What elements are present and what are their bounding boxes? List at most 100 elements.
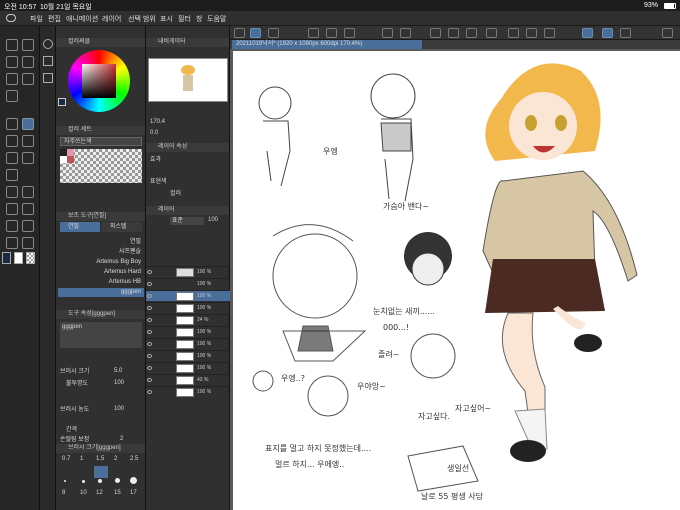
folder-icon[interactable] [326, 28, 337, 38]
color-square[interactable] [82, 64, 116, 98]
pen-tool-icon[interactable] [6, 118, 18, 130]
ruler-tool-icon[interactable] [6, 220, 18, 232]
settings-icon[interactable] [662, 28, 673, 38]
brush-size-option[interactable]: 1.5 [96, 456, 104, 462]
angle-value[interactable]: 0.0 [150, 130, 158, 136]
brush-size-option[interactable]: 10 [80, 490, 87, 496]
brush-tool-icon[interactable] [6, 135, 18, 147]
property-stabilization-value[interactable]: 2 [120, 436, 123, 442]
blend-tool-icon[interactable] [6, 169, 18, 181]
move-layer-tool-icon[interactable] [22, 56, 34, 68]
canvas-tab[interactable]: 20211019낙서* (1920 x 1080px 600dpi 170.4%… [232, 40, 422, 49]
zoom-tool-icon[interactable] [6, 39, 18, 51]
menu-file[interactable]: 파일 [30, 14, 43, 24]
brush-item[interactable]: Artemus HB [58, 278, 144, 287]
brush-size-option[interactable]: 1 [80, 456, 83, 462]
brush-item[interactable]: Artemus Hard [58, 268, 144, 277]
layer-row[interactable]: 43 % [146, 374, 230, 385]
color-swatch-grid[interactable] [60, 149, 142, 183]
color-wheel[interactable] [68, 50, 130, 112]
color-wheel-icon[interactable] [43, 39, 53, 49]
redo-icon[interactable] [400, 28, 411, 38]
menu-help[interactable]: 도움말 [207, 14, 226, 24]
brush-size-option[interactable]: 12 [96, 490, 103, 496]
quick-access-icon[interactable] [250, 28, 261, 38]
brush-item[interactable]: Artemus Big Boy [58, 258, 144, 267]
correct-line-tool-icon[interactable] [22, 237, 34, 249]
figure-tool-icon[interactable] [6, 203, 18, 215]
export-icon[interactable] [344, 28, 355, 38]
menu-icon[interactable] [234, 28, 245, 38]
layer-row[interactable]: 100 % [146, 266, 230, 277]
menu-animation[interactable]: 애니메이션 [66, 14, 98, 24]
menu-filter[interactable]: 필터 [178, 14, 191, 24]
airbrush-tool-icon[interactable] [22, 135, 34, 147]
move-tool-icon[interactable] [22, 39, 34, 51]
clear-icon[interactable] [448, 28, 459, 38]
layer-opacity-value[interactable]: 100 [208, 217, 218, 223]
special-ruler-snap-icon[interactable] [602, 28, 613, 38]
grid-snap-icon[interactable] [620, 28, 631, 38]
app-logo-icon[interactable] [6, 14, 16, 22]
deselect-icon[interactable] [430, 28, 441, 38]
invert-selection-icon[interactable] [526, 28, 537, 38]
ruler-snap-icon[interactable] [582, 28, 593, 38]
auto-select-tool-icon[interactable] [22, 73, 34, 85]
decoration-tool-icon[interactable] [6, 152, 18, 164]
menu-view[interactable]: 표시 [160, 14, 173, 24]
brush-item-selected[interactable]: gggpen [58, 288, 144, 297]
brush-item[interactable]: 연필 [58, 238, 144, 247]
fill-tool-icon[interactable] [6, 186, 18, 198]
blend-mode-select[interactable]: 표준 [170, 217, 204, 225]
zoom-value[interactable]: 170.4 [150, 119, 165, 125]
palette-select[interactable]: 자주쓰는색 [60, 137, 142, 146]
expression-color-value[interactable]: 컬러 [170, 188, 181, 197]
navigator-preview[interactable] [148, 58, 228, 102]
menu-selection[interactable]: 선택 범위 [128, 14, 156, 24]
property-brush-size-value[interactable]: 5.0 [114, 368, 122, 374]
transform-icon[interactable] [486, 28, 497, 38]
brush-item[interactable]: 샤프펜슬 [58, 248, 144, 257]
brush-size-option[interactable]: 17 [130, 490, 137, 496]
menu-layer[interactable]: 레이어 [102, 14, 121, 24]
property-density-value[interactable]: 100 [114, 406, 124, 412]
save-icon[interactable] [308, 28, 319, 38]
color-set-icon[interactable] [43, 73, 53, 83]
tab-pencil[interactable]: 연필 [60, 222, 100, 232]
operation-tool-icon[interactable] [6, 56, 18, 68]
brush-size-option[interactable]: 0.7 [62, 456, 70, 462]
selection-tool-icon[interactable] [6, 73, 18, 85]
gradient-tool-icon[interactable] [22, 186, 34, 198]
brush-size-option[interactable]: 2.5 [130, 456, 138, 462]
property-opacity-value[interactable]: 100 [114, 380, 124, 386]
frame-tool-icon[interactable] [22, 203, 34, 215]
layer-row[interactable]: 100 % [146, 350, 230, 361]
layer-row[interactable]: 100 % [146, 326, 230, 337]
lasso-icon[interactable] [544, 28, 555, 38]
sub-color-swatch[interactable] [14, 252, 23, 264]
menu-window[interactable]: 창 [196, 14, 202, 24]
layer-row[interactable]: 100 % [146, 278, 230, 289]
main-color-swatch[interactable] [2, 252, 11, 264]
layer-row[interactable]: 100 % [146, 386, 230, 397]
layer-row[interactable]: 24 % [146, 314, 230, 325]
transparent-color-swatch[interactable] [26, 252, 35, 264]
brush-size-option[interactable]: 2 [114, 456, 117, 462]
fill-icon[interactable] [466, 28, 477, 38]
balloon-tool-icon[interactable] [6, 237, 18, 249]
layer-row[interactable]: 100 % [146, 338, 230, 349]
drawing-canvas[interactable]: 우엥 가슴아 밴다~ 눈치없는 새끼...... 000...! 졸려~ 우엥.… [233, 51, 680, 510]
undo-icon[interactable] [382, 28, 393, 38]
pencil-tool-icon[interactable] [22, 118, 34, 130]
tab-pastel[interactable]: 파스텔 [102, 222, 142, 232]
text-tool-icon[interactable] [22, 220, 34, 232]
layer-row[interactable]: 100 % [146, 362, 230, 373]
brush-size-option[interactable]: 8 [62, 490, 65, 496]
select-all-icon[interactable] [508, 28, 519, 38]
layer-row[interactable]: 100 % [146, 302, 230, 313]
layer-row-selected[interactable]: 100 % [146, 290, 230, 301]
eraser-tool-icon[interactable] [22, 152, 34, 164]
brush-size-option[interactable]: 15 [114, 490, 121, 496]
menu-edit[interactable]: 편집 [48, 14, 61, 24]
eyedropper-tool-icon[interactable] [6, 90, 18, 102]
